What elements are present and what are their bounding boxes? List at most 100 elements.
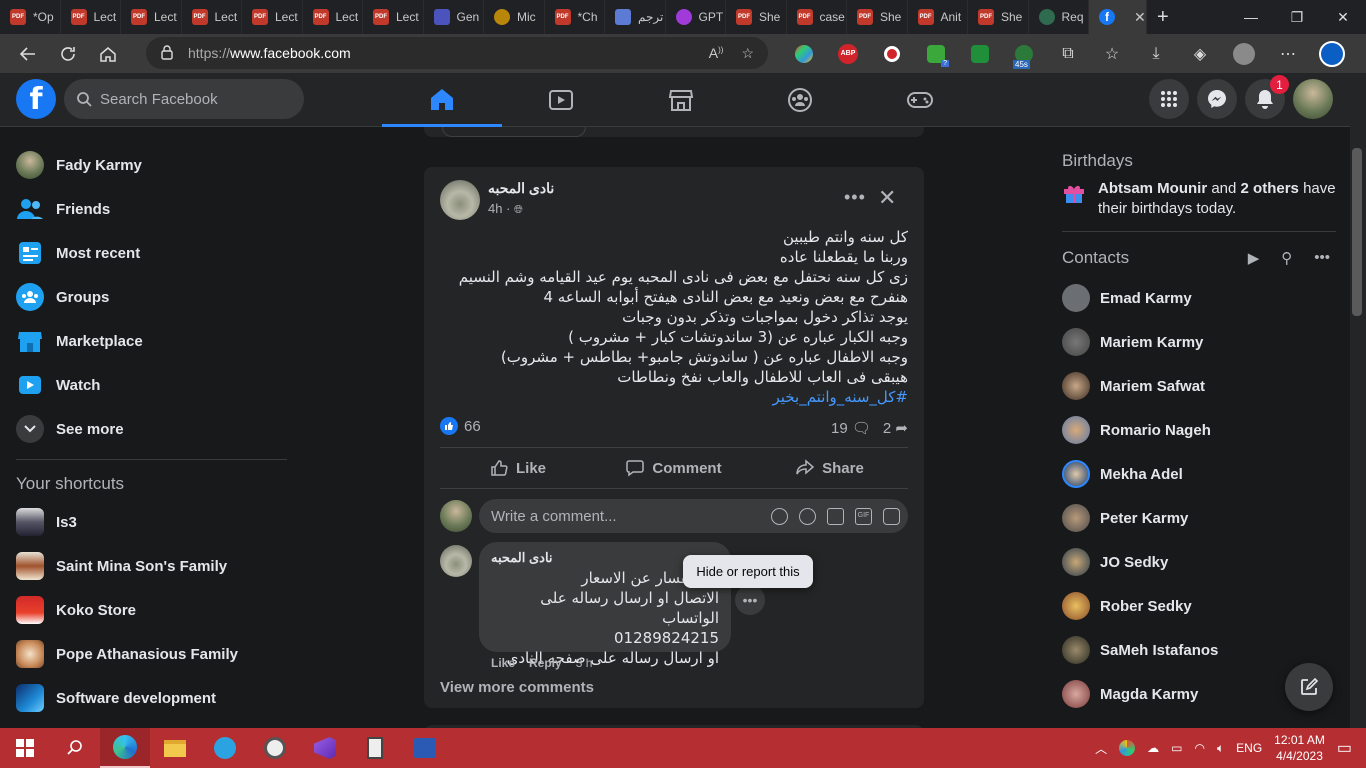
tab-watch[interactable]	[502, 73, 622, 127]
contact-item[interactable]: JO Sedky	[1054, 540, 1344, 584]
browser-essentials-icon[interactable]: ◈	[1178, 44, 1222, 64]
tab-marketplace[interactable]	[621, 73, 741, 127]
download-helper-icon[interactable]: ?	[914, 44, 958, 67]
bing-icon[interactable]	[1310, 40, 1354, 67]
browser-tab[interactable]: PDF Lect	[61, 0, 121, 34]
reactions-summary[interactable]: 66	[440, 417, 481, 435]
back-icon[interactable]	[8, 37, 48, 71]
browser-tab[interactable]: PDF She	[847, 0, 908, 34]
contact-item[interactable]: Mariem Safwat	[1054, 364, 1344, 408]
sidebar-item-most-recent[interactable]: Most recent	[8, 231, 298, 275]
browser-tab[interactable]: PDF Lect	[363, 0, 424, 34]
gif-icon[interactable]: GIF	[855, 507, 872, 525]
account-avatar[interactable]	[1293, 79, 1333, 119]
browser-tab[interactable]: PDF Lect	[242, 0, 303, 34]
contacts-options-icon[interactable]: •••	[1314, 249, 1330, 267]
taskbar-clock-app[interactable]	[250, 728, 300, 768]
browser-tab[interactable]: PDF She	[726, 0, 787, 34]
contact-item[interactable]: Peter Karmy	[1054, 496, 1344, 540]
taskbar-word[interactable]	[400, 728, 450, 768]
taskbar-search[interactable]	[50, 728, 100, 768]
contact-item[interactable]: Emad Karmy	[1054, 276, 1344, 320]
tab-close-icon[interactable]: ✕	[1134, 9, 1146, 26]
like-button[interactable]: Like	[440, 448, 596, 488]
taskbar-file-explorer[interactable]	[150, 728, 200, 768]
favorites-icon[interactable]: ☆	[1090, 44, 1134, 64]
emoji-icon[interactable]	[799, 507, 816, 525]
post-author-avatar[interactable]	[440, 180, 480, 220]
refresh-icon[interactable]	[48, 37, 88, 71]
comment-button[interactable]: Comment	[596, 448, 752, 488]
shortcut-item[interactable]: Pope Athanasious Family	[8, 632, 298, 676]
start-button[interactable]	[0, 728, 50, 768]
notifications-button[interactable]: 1	[1245, 75, 1289, 119]
shortcut-item[interactable]: Koko Store	[8, 588, 298, 632]
taskbar-edge[interactable]	[100, 728, 150, 768]
extensions-puzzle-icon[interactable]: ⧉	[1046, 45, 1090, 63]
comments-count[interactable]: 19 🗨︎	[831, 419, 871, 437]
browser-tab[interactable]: PDF Lect	[303, 0, 363, 34]
contact-item[interactable]: Mekha Adel	[1054, 452, 1344, 496]
record-extension-icon[interactable]	[870, 45, 914, 62]
contact-item[interactable]: Rober Sedky	[1054, 584, 1344, 628]
more-menu-icon[interactable]: ⋯	[1266, 44, 1310, 64]
scrollbar-thumb[interactable]	[1352, 148, 1362, 316]
avatar-sticker-icon[interactable]	[771, 507, 788, 525]
previous-post-button[interactable]	[442, 127, 586, 137]
contact-item[interactable]: Mariem Karmy	[1054, 320, 1344, 364]
post-timestamp[interactable]: 4h · 🌐︎	[488, 201, 523, 217]
hide-post-icon[interactable]: ✕	[878, 185, 896, 211]
post-author-name[interactable]: نادى المحبه	[488, 180, 554, 197]
post-more-icon[interactable]: •••	[844, 187, 866, 208]
page-scrollbar[interactable]	[1350, 73, 1366, 728]
timer-extension-icon[interactable]: 45s	[1002, 44, 1046, 69]
new-room-icon[interactable]: ▶︎	[1248, 249, 1260, 267]
home-icon[interactable]	[88, 37, 128, 71]
hashtag-link[interactable]: #كل_سنه_وانتم_بخير	[448, 387, 908, 407]
browser-tab[interactable]: Mic	[484, 0, 545, 34]
taskbar-visual-studio[interactable]	[300, 728, 350, 768]
taskbar-telegram[interactable]	[200, 728, 250, 768]
sidebar-item-marketplace[interactable]: Marketplace	[8, 319, 298, 363]
browser-tab[interactable]: GPT	[666, 0, 726, 34]
show-hidden-icons[interactable]: ︿	[1095, 740, 1107, 757]
add-favorite-icon[interactable]: ☆	[741, 45, 754, 62]
sidebar-item-see-more[interactable]: See more	[8, 407, 298, 451]
maximize-icon[interactable]: ❐	[1274, 0, 1320, 34]
current-user-avatar[interactable]	[440, 500, 472, 532]
wifi-icon[interactable]: ◠	[1194, 741, 1204, 755]
browser-tab[interactable]: PDF *Op	[0, 0, 61, 34]
browser-tab[interactable]: PDF Lect	[121, 0, 182, 34]
close-icon[interactable]: ✕	[1320, 0, 1366, 34]
browser-tab[interactable]: PDF Anit	[908, 0, 968, 34]
sidebar-item-groups[interactable]: Groups	[8, 275, 298, 319]
browser-tab[interactable]: ترجم	[605, 0, 666, 34]
profile-icon[interactable]	[1222, 42, 1266, 65]
search-input[interactable]: Search Facebook	[64, 79, 304, 119]
shortcut-item[interactable]: Software development	[8, 676, 298, 720]
view-more-comments-link[interactable]: View more comments	[440, 679, 594, 696]
language-indicator[interactable]: ENG	[1236, 741, 1262, 755]
new-message-button[interactable]	[1285, 663, 1333, 711]
commenter-avatar[interactable]	[440, 545, 472, 577]
sidebar-item-profile[interactable]: Fady Karmy	[8, 143, 298, 187]
read-aloud-icon[interactable]: A))	[709, 45, 724, 62]
sidebar-item-friends[interactable]: Friends	[8, 187, 298, 231]
comment-reply-link[interactable]: Reply	[529, 656, 562, 670]
minimize-icon[interactable]: —	[1228, 0, 1274, 34]
comment-like-link[interactable]: Like	[491, 656, 515, 670]
onedrive-icon[interactable]: ☁︎	[1147, 741, 1159, 755]
browser-tab[interactable]: Req	[1029, 0, 1089, 34]
search-contacts-icon[interactable]: ⚲	[1281, 249, 1292, 267]
browser-tab[interactable]: PDF case	[787, 0, 847, 34]
shortcut-item[interactable]: Saint Mina Son's Family	[8, 544, 298, 588]
browser-tab[interactable]: PDF *Ch	[545, 0, 605, 34]
tray-extension-icon[interactable]	[1119, 740, 1136, 756]
browser-tab[interactable]: PDF She	[968, 0, 1029, 34]
taskbar-clock[interactable]: 12:01 AM 4/4/2023	[1274, 732, 1325, 764]
camera-icon[interactable]	[827, 507, 844, 525]
new-tab-button[interactable]: +	[1147, 0, 1187, 34]
browser-tab-active[interactable]: f ✕	[1089, 0, 1147, 34]
battery-icon[interactable]: ▭	[1171, 741, 1182, 755]
share-button[interactable]: Share	[752, 448, 908, 488]
